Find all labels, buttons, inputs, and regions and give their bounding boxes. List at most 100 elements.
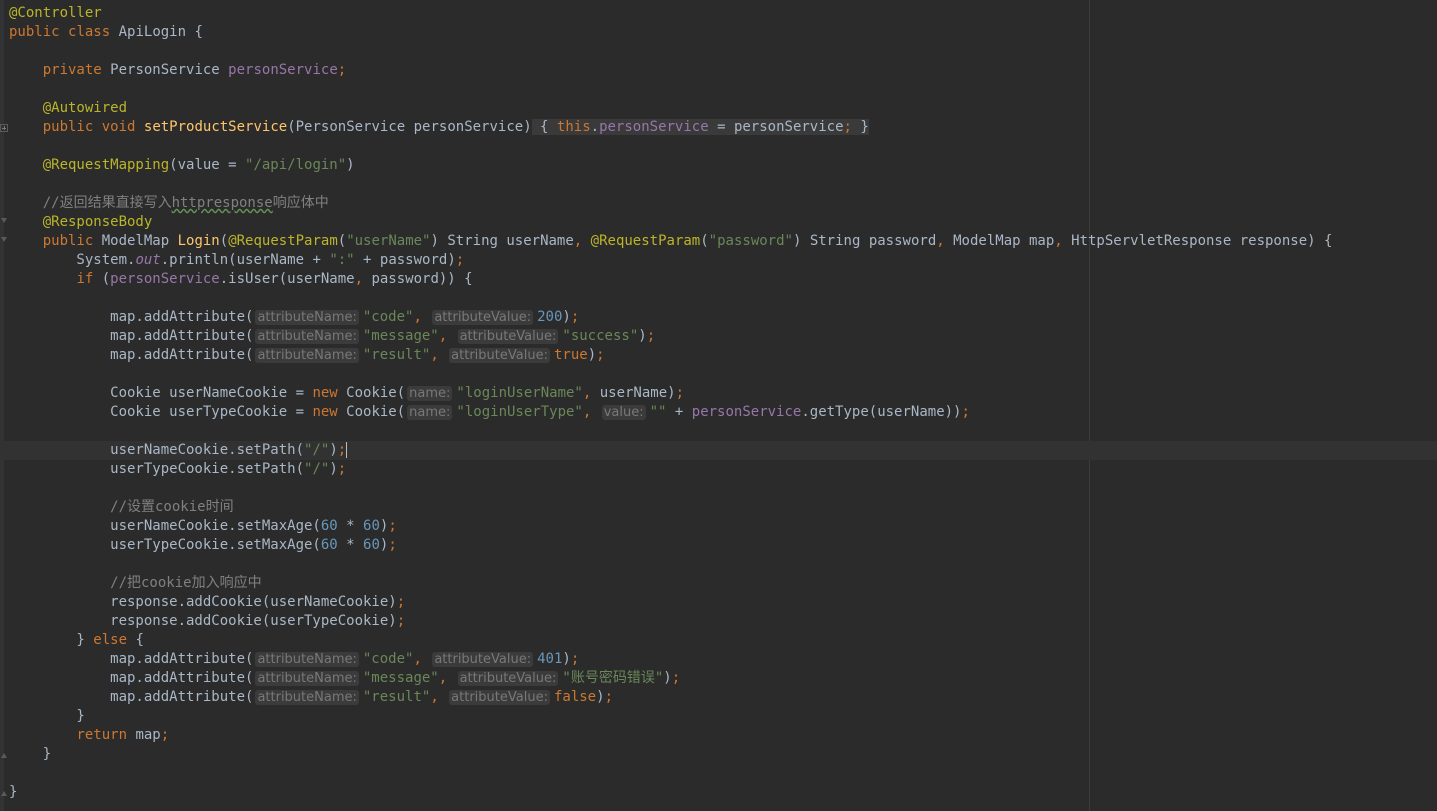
code-token: } [9, 708, 85, 724]
code-token: ; [570, 651, 580, 667]
code-token: map.addAttribute( [9, 347, 254, 363]
editor-gutter[interactable] [0, 0, 4, 811]
code-token: .isUser(userName [219, 271, 355, 287]
code-token: ; [455, 252, 465, 268]
code-token: "" [649, 404, 667, 420]
code-token: "message" [362, 328, 439, 344]
code-token: out [135, 252, 161, 268]
fold-arrow-icon[interactable] [0, 218, 8, 226]
code-token: map.addAttribute( [9, 309, 254, 325]
code-token: false [553, 689, 597, 705]
code-token: public [42, 233, 94, 249]
text-caret [346, 442, 348, 458]
code-token: ( [337, 233, 347, 249]
fold-end-icon[interactable] [0, 788, 8, 796]
code-token: ; [570, 309, 580, 325]
code-token: (value = [169, 157, 246, 173]
code-token: , [582, 385, 600, 401]
code-token: ( [93, 271, 111, 287]
parameter-hint: attributeName: [255, 671, 359, 686]
code-token: ":" [329, 252, 355, 268]
code-line: map.addAttribute(attributeName: "message"… [9, 327, 1332, 346]
code-token: 200 [537, 309, 563, 325]
code-token: personService [599, 119, 709, 135]
code-area[interactable]: @Controller public class ApiLogin { priv… [9, 4, 1332, 802]
code-token: map.addAttribute( [9, 689, 254, 705]
code-token: userTypeCookie.setMaxAge( [9, 537, 321, 553]
code-token: , [430, 689, 448, 705]
code-token: "success" [562, 328, 639, 344]
code-token: ModelMap [93, 233, 178, 249]
code-line: userTypeCookie.setPath("/"); [9, 460, 1332, 479]
code-token: (PersonService personService) [287, 119, 532, 135]
code-token: , [1054, 233, 1072, 249]
code-token: "loginUserName" [456, 385, 583, 401]
code-token: void [101, 119, 136, 135]
code-comment: //设置cookie时间 [9, 499, 234, 515]
folded-block[interactable]: { this.personService = personService; } [531, 119, 869, 135]
code-token: ) [596, 689, 605, 705]
code-token: * [337, 518, 364, 534]
code-token: Cookie userTypeCookie = [9, 404, 313, 420]
code-token: ) [638, 328, 647, 344]
code-token: return [76, 727, 128, 743]
code-line: private PersonService personService; [9, 61, 1332, 80]
code-token: @ResponseBody [42, 214, 153, 230]
code-line: @ResponseBody [9, 213, 1332, 232]
code-token: ) [663, 670, 672, 686]
code-token: ; [843, 119, 852, 135]
code-line: public class ApiLogin { [9, 23, 1332, 42]
code-token: .getType(userName)) [801, 404, 962, 420]
code-token: ( [700, 233, 709, 249]
code-token: userTypeCookie.setPath( [9, 461, 305, 477]
code-token: ) [329, 461, 338, 477]
code-token: map.addAttribute( [9, 651, 254, 667]
code-line: @Autowired [9, 99, 1332, 118]
code-token: 401 [537, 651, 563, 667]
code-token: @Autowired [42, 100, 128, 116]
fold-expand-icon[interactable] [0, 124, 8, 132]
code-line: map.addAttribute(attributeName: "result",… [9, 688, 1332, 707]
code-token: ) [329, 442, 338, 458]
code-token: } [9, 784, 18, 800]
code-line: map.addAttribute(attributeName: "code", a… [9, 650, 1332, 669]
code-token: ( [219, 233, 229, 249]
parameter-hint: attributeName: [255, 348, 359, 363]
code-token: "code" [362, 651, 414, 667]
code-line: //把cookie加入响应中 [9, 574, 1332, 593]
code-comment: httpresponse [171, 195, 273, 211]
code-token: 60 [363, 537, 380, 553]
code-token: ; [337, 442, 347, 458]
code-token: "/" [304, 442, 330, 458]
code-token: , [582, 404, 600, 420]
code-token: ApiLogin { [110, 24, 203, 40]
code-line: System.out.println(userName + ":" + pass… [9, 251, 1332, 270]
code-token: } [851, 119, 869, 135]
code-token: Cookie( [337, 404, 406, 420]
code-token: ) [562, 651, 571, 667]
code-token: ; [388, 518, 397, 534]
code-token: personService [228, 62, 338, 78]
fold-end-icon[interactable] [0, 750, 8, 758]
fold-arrow-icon[interactable] [0, 237, 8, 245]
code-token: ; [396, 613, 406, 629]
code-token: 60 [320, 537, 338, 553]
code-token: , [438, 670, 456, 686]
code-line: @Controller [9, 4, 1332, 23]
code-token: userName) [599, 385, 676, 401]
code-token: . [590, 119, 600, 135]
code-token: 60 [363, 518, 380, 534]
parameter-hint: attributeValue: [449, 348, 550, 363]
code-token: @Controller [9, 5, 102, 21]
code-token: , [936, 233, 954, 249]
code-editor[interactable]: @Controller public class ApiLogin { priv… [0, 0, 1437, 811]
